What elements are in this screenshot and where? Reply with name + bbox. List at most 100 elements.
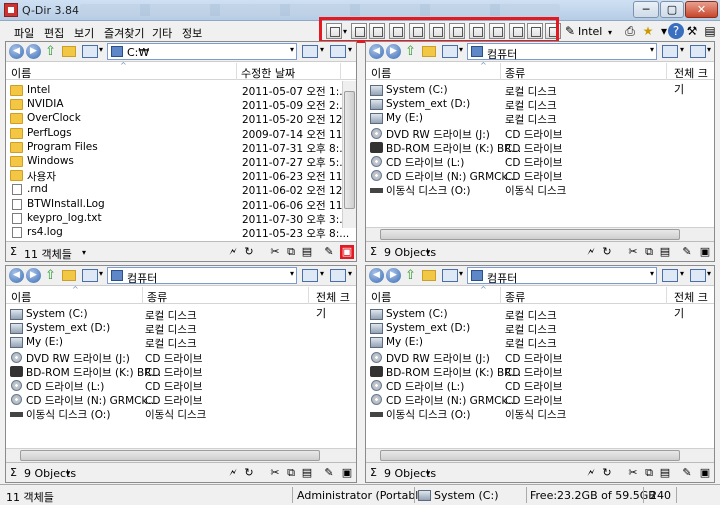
network-icon[interactable]: [690, 45, 706, 58]
address-bar[interactable]: 컴퓨터 ▾: [467, 43, 657, 61]
star-icon[interactable]: ★: [640, 23, 656, 39]
menu-edit[interactable]: 편집: [44, 25, 64, 41]
chevron-down-icon[interactable]: ▾: [320, 269, 324, 278]
scroll-thumb[interactable]: [380, 229, 680, 240]
properties-icon[interactable]: ▣: [340, 466, 354, 480]
paste-icon[interactable]: ▤: [658, 245, 672, 259]
chevron-down-icon[interactable]: ▾: [707, 269, 711, 278]
chevron-down-icon[interactable]: ▾: [426, 248, 430, 257]
table-row[interactable]: NVIDIA 2011-05-09 오전 2:...: [6, 98, 349, 112]
properties-icon[interactable]: ▣: [340, 245, 354, 259]
rename-icon[interactable]: ✎: [680, 245, 694, 259]
table-row[interactable]: My (E:) 로컬 디스크: [366, 112, 666, 126]
forward-button[interactable]: ▶: [26, 268, 41, 283]
table-row[interactable]: BD-ROM 드라이브 (K:) BR... CD 드라이브: [366, 365, 666, 379]
properties-icon[interactable]: ▣: [698, 466, 712, 480]
chevron-down-icon[interactable]: ▾: [426, 469, 430, 478]
table-row[interactable]: DVD RW 드라이브 (J:) CD 드라이브: [366, 127, 666, 141]
table-row[interactable]: System (C:) 로컬 디스크: [366, 84, 666, 98]
up-button[interactable]: ⇧: [403, 268, 418, 283]
paste-icon[interactable]: ▤: [658, 466, 672, 480]
table-row[interactable]: My (E:) 로컬 디스크: [6, 336, 306, 350]
horizontal-scrollbar[interactable]: [366, 448, 714, 462]
table-row[interactable]: PerfLogs 2009-07-14 오전 11:...: [6, 127, 356, 141]
chevron-down-icon[interactable]: ▾: [66, 469, 70, 478]
table-row[interactable]: .rnd 2011-06-02 오전 12...: [6, 183, 352, 197]
options-icon[interactable]: ▤: [702, 23, 718, 39]
folder-icon[interactable]: [422, 46, 436, 57]
table-row[interactable]: 사용자 2011-06-23 오전 11:...: [6, 169, 356, 183]
table-row[interactable]: keypro_log.txt 2011-07-30 오후 3:...: [6, 212, 349, 226]
table-row[interactable]: Program Files 2011-07-31 오후 8:...: [6, 141, 349, 155]
table-row[interactable]: System (C:) 로컬 디스크: [6, 308, 306, 322]
table-row[interactable]: BD-ROM 드라이브 (K:) BR... CD 드라이브: [6, 365, 306, 379]
col-size[interactable]: 전체 크기: [674, 65, 714, 97]
horizontal-scrollbar[interactable]: [6, 448, 356, 462]
address-bar[interactable]: C:₩ ▾: [107, 43, 297, 60]
col-name[interactable]: 이름: [371, 65, 391, 81]
col-name[interactable]: 이름: [371, 289, 391, 305]
rename-icon[interactable]: ✎: [322, 245, 336, 259]
column-divider[interactable]: [666, 287, 667, 304]
menu-favorites[interactable]: 즐겨찾기: [104, 25, 144, 41]
rename-icon[interactable]: ✎: [322, 466, 336, 480]
table-row[interactable]: Windows 2011-07-27 오후 5:...: [6, 155, 349, 169]
menu-extra[interactable]: 기타: [152, 25, 172, 41]
folder-icon[interactable]: [62, 46, 76, 57]
col-modified[interactable]: 수정한 날짜: [241, 65, 295, 81]
back-button[interactable]: ◀: [369, 44, 384, 59]
print-icon[interactable]: ⎙: [622, 23, 638, 39]
chevron-down-icon[interactable]: ▾: [680, 269, 684, 278]
chevron-down-icon[interactable]: ▾: [459, 45, 463, 54]
table-row[interactable]: 이동식 디스크 (O:) 이동식 디스크: [6, 407, 306, 421]
back-button[interactable]: ◀: [9, 268, 24, 283]
table-row[interactable]: BTWInstall.Log 2011-06-06 오전 11:...: [6, 198, 356, 212]
chevron-down-icon[interactable]: ▾: [680, 45, 684, 54]
chevron-down-icon[interactable]: ▾: [650, 269, 654, 278]
minimize-button[interactable]: ─: [633, 1, 659, 18]
refresh-icon[interactable]: 🗲: [584, 466, 598, 480]
table-row[interactable]: System_ext (D:) 로컬 디스크: [6, 322, 306, 336]
cut-icon[interactable]: ✂: [626, 245, 640, 259]
up-button[interactable]: ⇧: [43, 44, 58, 59]
copy-icon[interactable]: ⧉: [642, 466, 656, 480]
chevron-down-icon[interactable]: ▾: [290, 269, 294, 278]
column-divider[interactable]: [340, 63, 341, 80]
menu-info[interactable]: 정보: [182, 25, 202, 41]
refresh-icon[interactable]: 🗲: [584, 245, 598, 259]
chevron-down-icon[interactable]: ▾: [99, 45, 103, 54]
chevron-down-icon[interactable]: ▾: [348, 45, 352, 54]
table-row[interactable]: 이동식 디스크 (O:) 이동식 디스크: [366, 407, 666, 421]
column-divider[interactable]: [308, 287, 309, 304]
col-size[interactable]: 전체 크기: [316, 289, 356, 321]
scroll-thumb[interactable]: [380, 450, 680, 461]
paste-icon[interactable]: ▤: [300, 466, 314, 480]
col-type[interactable]: 종류: [505, 289, 525, 305]
table-row[interactable]: CD 드라이브 (L:) CD 드라이브: [366, 155, 666, 169]
chevron-down-icon[interactable]: ▾: [459, 269, 463, 278]
maximize-button[interactable]: ▢: [660, 1, 684, 18]
table-row[interactable]: DVD RW 드라이브 (J:) CD 드라이브: [6, 351, 306, 365]
view-icon[interactable]: [442, 269, 458, 282]
cut-icon[interactable]: ✂: [268, 245, 282, 259]
chevron-down-icon[interactable]: ▾: [82, 248, 86, 257]
scroll-thumb[interactable]: [344, 91, 355, 209]
cut-icon[interactable]: ✂: [626, 466, 640, 480]
network-icon[interactable]: [330, 269, 346, 282]
col-type[interactable]: 종류: [147, 289, 167, 305]
view-icon[interactable]: [82, 45, 98, 58]
col-name[interactable]: 이름: [11, 65, 31, 81]
forward-button[interactable]: ▶: [386, 268, 401, 283]
refresh-icon[interactable]: 🗲: [226, 245, 240, 259]
chevron-down-icon[interactable]: ▾: [348, 269, 352, 278]
copy-icon[interactable]: ⧉: [284, 245, 298, 259]
history-icon[interactable]: ↻: [242, 245, 256, 259]
chevron-down-icon[interactable]: ▾: [99, 269, 103, 278]
menu-view[interactable]: 보기: [74, 25, 94, 41]
up-button[interactable]: ⇧: [403, 44, 418, 59]
column-divider[interactable]: [500, 63, 501, 80]
chevron-down-icon[interactable]: ▾: [290, 45, 294, 54]
rename-icon[interactable]: ✎: [680, 466, 694, 480]
vertical-scrollbar[interactable]: [342, 81, 356, 228]
paste-icon[interactable]: ▤: [300, 245, 314, 259]
